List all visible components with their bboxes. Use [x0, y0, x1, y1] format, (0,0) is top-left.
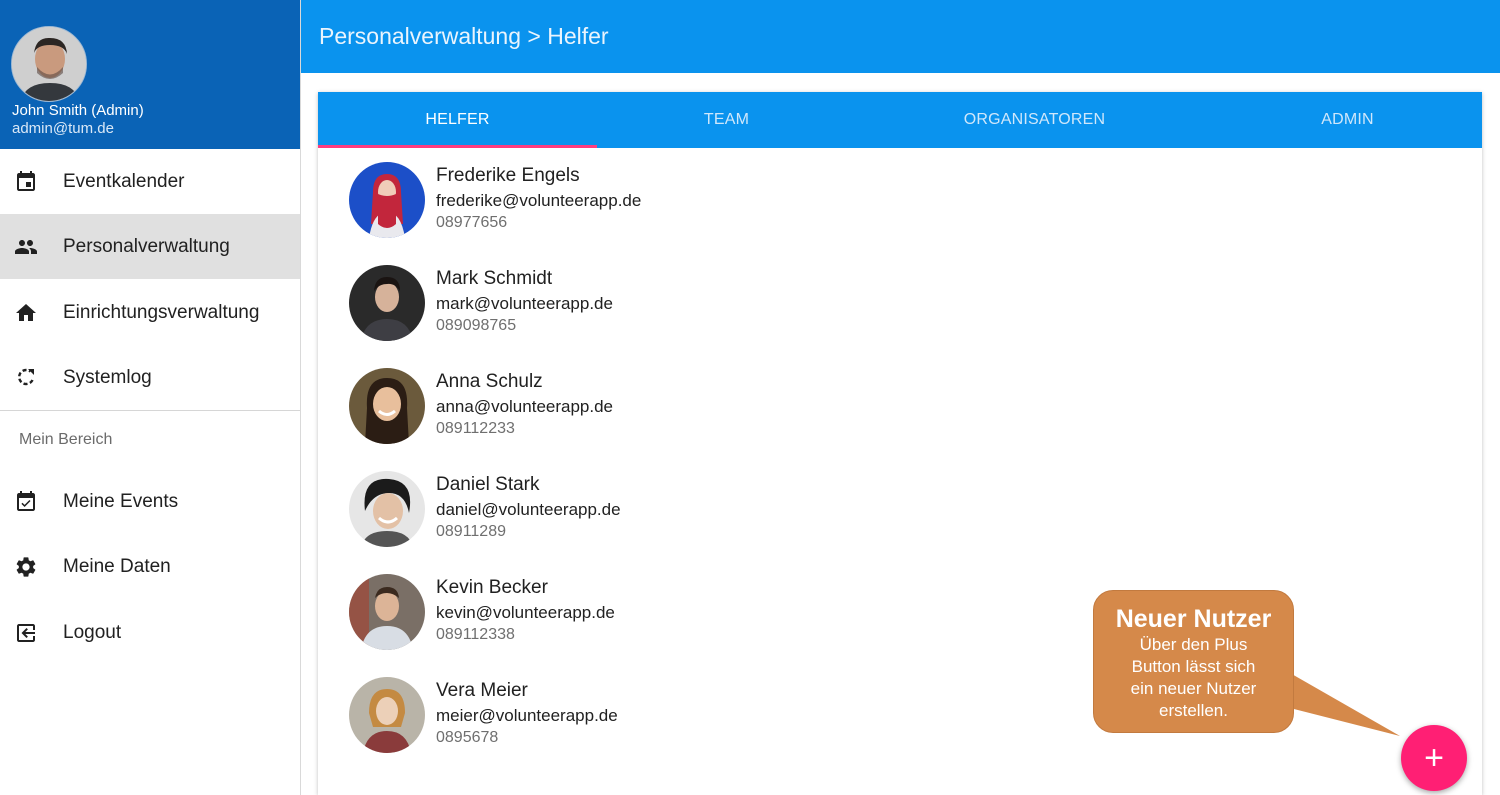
person-avatar: [349, 471, 425, 547]
tab-bar: HELFER TEAM ORGANISATOREN ADMIN: [318, 92, 1482, 148]
person-name: Anna Schulz: [436, 371, 543, 392]
callout-line: erstellen.: [1159, 701, 1228, 720]
refresh-icon: [13, 365, 39, 391]
user-name: John Smith (Admin): [12, 102, 144, 119]
section-header-mein-bereich: Mein Bereich: [19, 431, 113, 448]
nav-label: Personalverwaltung: [63, 235, 230, 257]
callout-title: Neuer Nutzer: [1115, 605, 1272, 633]
person-avatar: [349, 162, 425, 238]
nav-label: Systemlog: [63, 366, 152, 388]
top-app-bar: Personalverwaltung > Helfer: [301, 0, 1500, 73]
callout-line: Über den Plus: [1139, 635, 1248, 654]
person-avatar: [349, 574, 425, 650]
nav-item-einrichtungsverwaltung[interactable]: Einrichtungsverwaltung: [0, 280, 300, 345]
plus-icon: +: [1424, 738, 1444, 777]
gear-icon: [13, 554, 39, 580]
person-name: Frederike Engels: [436, 165, 580, 186]
user-email: admin@tum.de: [12, 120, 114, 137]
person-email: mark@volunteerapp.de: [436, 294, 613, 313]
nav-label: Eventkalender: [63, 170, 185, 192]
person-phone: 089112338: [436, 626, 515, 643]
nav-item-personalverwaltung[interactable]: Personalverwaltung: [0, 214, 300, 279]
nav-item-meine-events[interactable]: Meine Events: [0, 469, 300, 534]
nav-item-meine-daten[interactable]: Meine Daten: [0, 534, 300, 599]
profile-header: John Smith (Admin) admin@tum.de: [0, 0, 300, 149]
nav-item-systemlog[interactable]: Systemlog: [0, 345, 300, 410]
person-phone: 089098765: [436, 317, 517, 334]
person-name: Kevin Becker: [436, 577, 548, 598]
nav-label: Meine Events: [63, 490, 179, 512]
person-name: Vera Meier: [436, 680, 528, 701]
nav-label: Meine Daten: [63, 555, 171, 577]
person-email: meier@volunteerapp.de: [436, 706, 618, 725]
callout-text: Über den Plus Button lässt sich ein neue…: [1094, 634, 1293, 722]
nav-item-eventkalender[interactable]: Eventkalender: [0, 149, 300, 214]
callout-line: Button lässt sich: [1131, 657, 1256, 676]
list-item[interactable]: Mark Schmidt mark@volunteerapp.de 089098…: [349, 265, 1049, 345]
tab-indicator: [318, 145, 597, 148]
sidebar: John Smith (Admin) admin@tum.de Eventkal…: [0, 0, 301, 795]
person-name: Mark Schmidt: [436, 268, 553, 289]
nav-item-logout[interactable]: Logout: [0, 600, 300, 665]
person-phone: 0895678: [436, 729, 499, 746]
nav-label: Einrichtungsverwaltung: [63, 301, 260, 323]
list-item[interactable]: Kevin Becker kevin@volunteerapp.de 08911…: [349, 574, 1049, 654]
list-item[interactable]: Anna Schulz anna@volunteerapp.de 0891122…: [349, 368, 1049, 448]
person-name: Daniel Stark: [436, 474, 540, 495]
person-email: anna@volunteerapp.de: [436, 397, 614, 416]
person-phone: 08977656: [436, 214, 508, 231]
person-email: kevin@volunteerapp.de: [436, 603, 615, 622]
person-avatar: [349, 677, 425, 753]
add-user-button[interactable]: +: [1401, 725, 1467, 791]
person-avatar: [349, 368, 425, 444]
tab-team[interactable]: TEAM: [597, 92, 856, 148]
list-item[interactable]: Vera Meier meier@volunteerapp.de 0895678: [349, 677, 1049, 757]
people-icon: [13, 234, 39, 260]
person-email: daniel@volunteerapp.de: [436, 500, 621, 519]
tutorial-callout: Neuer Nutzer Über den Plus Button lässt …: [1090, 588, 1410, 748]
list-item[interactable]: Frederike Engels frederike@volunteerapp.…: [349, 162, 1049, 242]
calendar-check-icon: [13, 489, 39, 515]
person-email: frederike@volunteerapp.de: [436, 191, 642, 210]
tab-admin[interactable]: ADMIN: [1213, 92, 1482, 148]
page-title: Personalverwaltung > Helfer: [319, 23, 609, 49]
person-avatar: [349, 265, 425, 341]
tab-organisatoren[interactable]: ORGANISATOREN: [856, 92, 1213, 148]
callout-bubble: Neuer Nutzer Über den Plus Button lässt …: [1093, 590, 1294, 733]
person-phone: 08911289: [436, 523, 506, 540]
home-icon: [13, 300, 39, 326]
nav-label: Logout: [63, 621, 122, 643]
tab-helfer[interactable]: HELFER: [318, 92, 597, 148]
user-avatar[interactable]: [11, 26, 87, 102]
sidebar-divider: [0, 410, 300, 411]
person-phone: 089112233: [436, 420, 515, 437]
callout-line: ein neuer Nutzer: [1130, 679, 1257, 698]
calendar-event-icon: [13, 169, 39, 195]
list-item[interactable]: Daniel Stark daniel@volunteerapp.de 0891…: [349, 471, 1049, 551]
logout-icon: [13, 620, 39, 646]
